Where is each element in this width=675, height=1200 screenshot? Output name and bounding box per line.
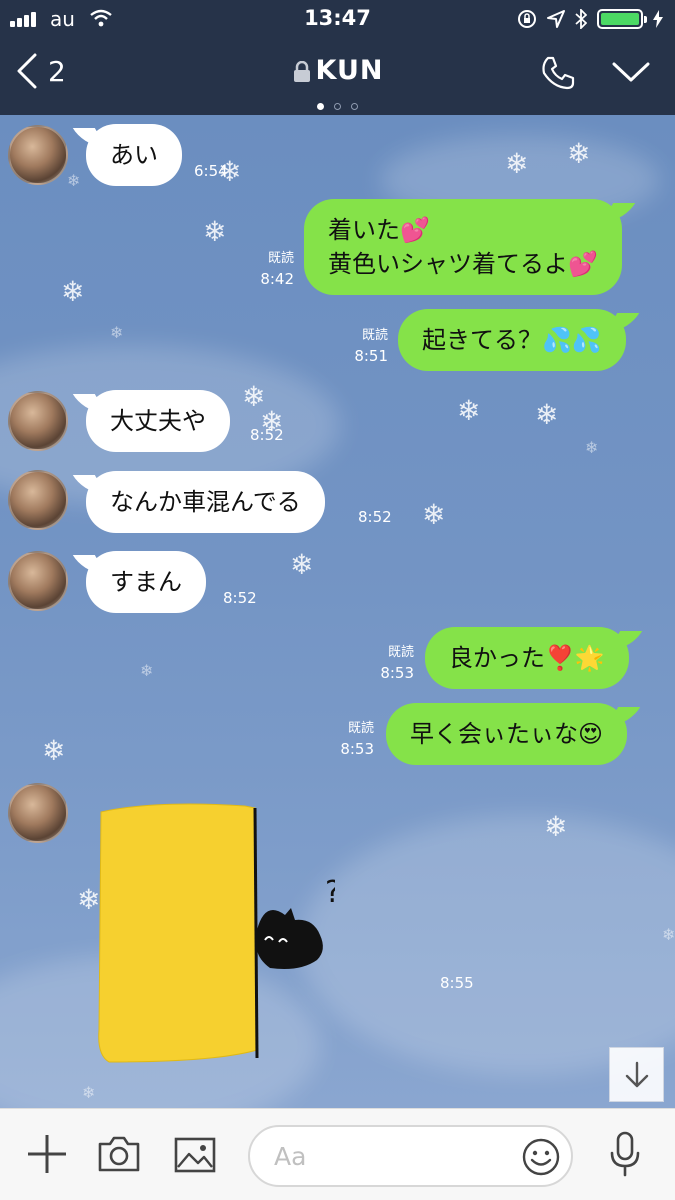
message-bubble-incoming[interactable]: すまん [86,551,206,613]
snowflake-icon: ❄ [457,394,481,427]
phone-icon[interactable] [540,55,576,91]
snowflake-icon: ❄ [140,661,154,680]
snowflake-icon: ❄ [42,734,66,767]
message-time: 8:53 [340,740,374,758]
snowflake-icon: ❄ [422,498,446,531]
rotation-lock-icon [518,10,536,28]
message-text: なんか車混んでる [110,488,301,516]
message-meta: 既読 8:53 [326,719,374,759]
bluetooth-icon [575,9,587,29]
top-bar: au 13:47 2 KUN [0,0,675,115]
snowflake-icon: ❄ [585,438,599,457]
message-time: 8:55 [440,974,474,992]
avatar[interactable] [8,551,68,611]
message-time: 8:51 [354,347,388,365]
message-text: 早く会ぃたぃな😍 [410,720,604,748]
message-time: 6:54 [194,162,228,180]
snowflake-icon: ❄ [567,137,591,170]
chat-header: 2 KUN [0,45,675,110]
snowflake-icon: ❄ [82,1083,96,1102]
plus-icon[interactable] [26,1133,68,1175]
message-time: 8:52 [250,426,284,444]
background-cloud [300,815,675,1075]
message-text: あい [110,141,158,169]
arrow-down-icon [625,1061,648,1087]
read-receipt: 既読 [267,251,294,266]
message-text-line: 黄色いシャツ着てるよ💕 [328,250,598,278]
read-receipt: 既読 [387,645,414,660]
message-bubble-outgoing[interactable]: 着いた💕 黄色いシャツ着てるよ💕 [304,199,622,295]
message-bubble-incoming[interactable]: 大丈夫や [86,390,230,452]
message-time: 8:53 [380,664,414,682]
charging-icon [653,10,663,28]
read-receipt: 既読 [361,328,388,343]
message-text: 良かった❣️🌟 [449,644,605,672]
message-bubble-incoming[interactable]: なんか車混んでる [86,471,325,533]
message-bubble-outgoing[interactable]: 良かった❣️🌟 [425,627,629,689]
chat-area[interactable]: ❄ ❄ ❄ ❄ ❄ ❄ ❄ ❄ ❄ ❄ ❄ ❄ ❄ ❄ ❄ ❄ ❄ ❄ ❄ ❄ … [0,115,675,1108]
message-meta: 既読 8:42 [244,249,294,289]
image-icon[interactable] [174,1137,216,1173]
status-bar: au 13:47 [0,0,675,38]
message-input-placeholder: Aa [274,1142,307,1171]
input-bar: Aa [0,1108,675,1200]
scroll-to-bottom-button[interactable] [609,1047,664,1102]
read-receipt: 既読 [347,721,374,736]
snowflake-icon: ❄ [67,171,81,190]
snowflake-icon: ❄ [535,398,559,431]
avatar[interactable] [8,783,68,843]
message-bubble-outgoing[interactable]: 起きてる？💦💦 [398,309,626,371]
microphone-icon[interactable] [609,1131,641,1177]
snowflake-icon: ❄ [61,275,85,308]
snowflake-icon: ❄ [505,147,529,180]
message-bubble-incoming[interactable]: あい [86,124,182,186]
message-time: 8:52 [223,589,257,607]
svg-text:?: ? [325,875,335,910]
message-time: 8:52 [358,508,392,526]
avatar[interactable] [8,470,68,530]
message-text-line: 着いた💕 [328,216,430,244]
message-bubble-outgoing[interactable]: 早く会ぃたぃな😍 [386,703,628,765]
battery-icon [597,9,647,29]
snowflake-icon: ❄ [662,925,675,944]
lock-icon [293,60,310,82]
status-icons [517,8,663,30]
message-meta: 既読 8:53 [366,643,414,683]
message-time: 8:42 [260,270,294,288]
avatar[interactable] [8,125,68,185]
page-dots [0,95,675,114]
avatar[interactable] [8,391,68,451]
message-meta: 既読 8:51 [338,326,388,366]
chat-title-text: KUN [315,55,384,86]
message-input[interactable]: Aa [248,1125,573,1187]
message-text: すまん [110,568,182,596]
camera-icon[interactable] [97,1135,141,1173]
snowflake-icon: ❄ [110,323,124,342]
message-text: 起きてる？💦💦 [422,326,602,354]
chevron-down-icon[interactable] [612,61,650,83]
message-text: 大丈夫や [110,407,206,435]
snowflake-icon: ❄ [544,810,568,843]
snowflake-icon: ❄ [203,215,227,248]
sticker-image[interactable]: ? [95,800,335,1075]
location-icon [547,10,565,28]
snowflake-icon: ❄ [290,548,314,581]
emoji-icon[interactable] [521,1137,561,1177]
